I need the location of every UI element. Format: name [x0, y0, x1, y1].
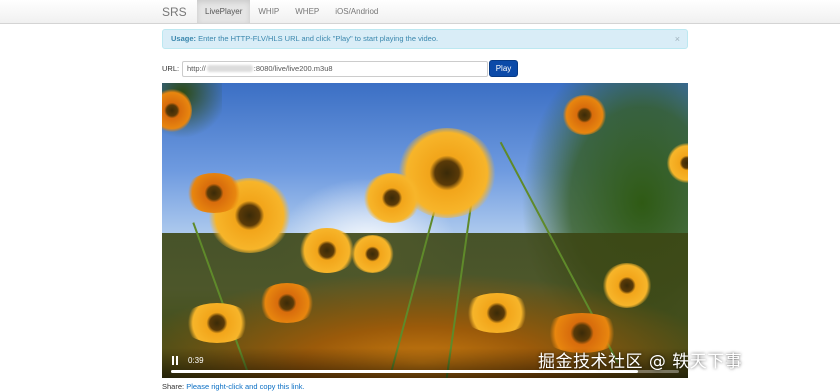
watermark: 掘金技术社区 @ 轶天下事	[538, 352, 743, 372]
flower	[257, 283, 317, 323]
flower	[562, 95, 607, 135]
play-button[interactable]: Play	[489, 60, 518, 77]
tab-ios-android[interactable]: iOS/Andriod	[327, 0, 386, 23]
flower	[182, 303, 252, 343]
url-form: URL: http:// :8080/live/live200.m3u8 Play	[162, 60, 522, 77]
brand-logo[interactable]: SRS	[162, 5, 187, 19]
top-navbar: SRS LivePlayer WHIP WHEP iOS/Andriod	[0, 0, 840, 24]
pause-icon[interactable]	[171, 356, 179, 365]
flower	[362, 173, 422, 223]
video-player[interactable]: 0:39	[162, 83, 688, 378]
tab-liveplayer[interactable]: LivePlayer	[197, 0, 251, 23]
alert-message: Enter the HTTP-FLV/HLS URL and click "Pl…	[196, 34, 439, 43]
flower	[184, 173, 244, 213]
alert-title: Usage:	[171, 34, 197, 43]
url-label: URL:	[162, 64, 180, 73]
redacted-host	[206, 65, 253, 72]
tab-whip[interactable]: WHIP	[250, 0, 287, 23]
usage-alert: Usage: Enter the HTTP-FLV/HLS URL and cl…	[162, 29, 688, 49]
nav-tabs: LivePlayer WHIP WHEP iOS/Andriod	[197, 0, 386, 24]
url-value-suffix: :8080/live/live200.m3u8	[253, 64, 333, 73]
tab-whep[interactable]: WHEP	[287, 0, 327, 23]
flower	[462, 293, 532, 333]
url-value-prefix: http://	[187, 64, 206, 73]
share-link[interactable]: Please right-click and copy this link.	[186, 382, 304, 391]
share-line: Share: Please right-click and copy this …	[162, 382, 305, 391]
url-input[interactable]: http:// :8080/live/live200.m3u8	[182, 61, 488, 77]
flower	[602, 263, 652, 308]
current-time: 0:39	[188, 356, 204, 365]
close-icon[interactable]: ×	[675, 30, 680, 48]
share-label: Share:	[162, 382, 185, 391]
flower	[350, 235, 395, 273]
flower	[297, 228, 357, 273]
